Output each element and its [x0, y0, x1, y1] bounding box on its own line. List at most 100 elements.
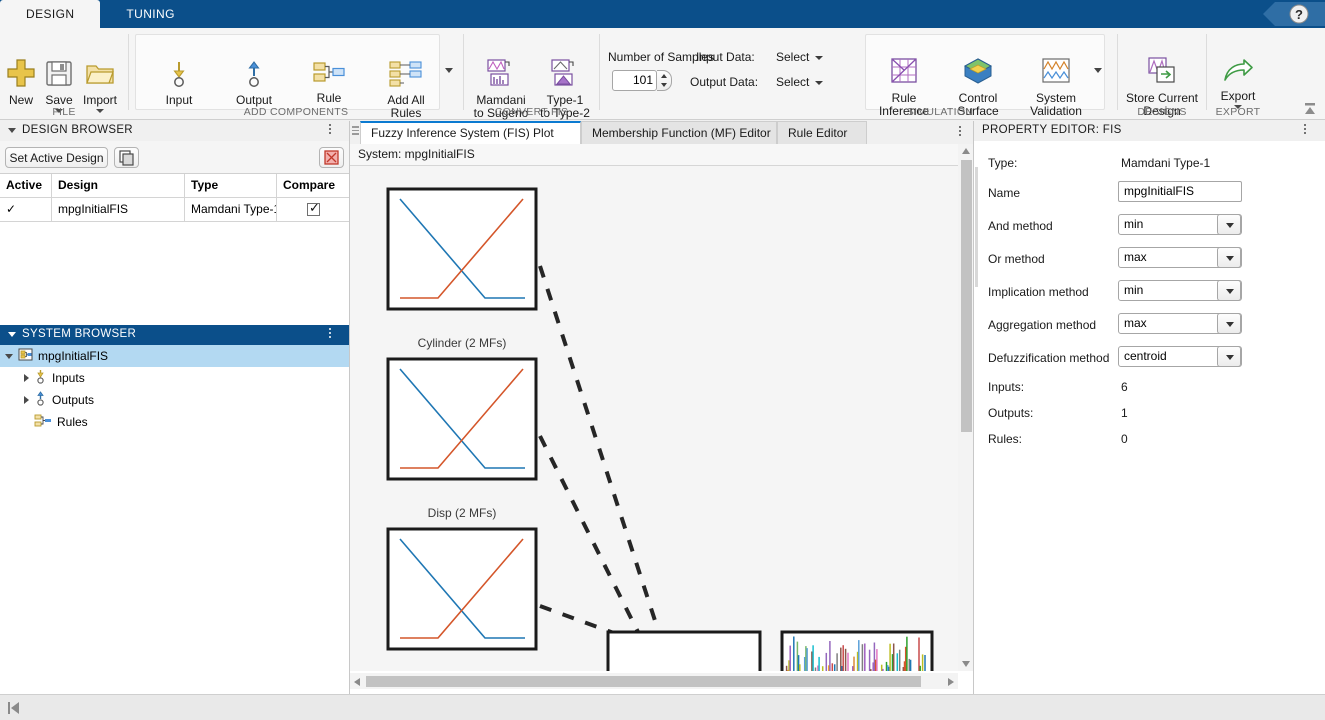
- import-button[interactable]: Import: [78, 58, 122, 113]
- scroll-left-arrow[interactable]: [354, 678, 360, 686]
- input-label-cylinder: Cylinder (2 MFs): [388, 336, 536, 350]
- field-value-outputs: 1: [1121, 406, 1128, 420]
- tab-tuning[interactable]: TUNING: [100, 0, 200, 28]
- collapse-left-icon[interactable]: [6, 700, 22, 719]
- vertical-scroll-thumb[interactable]: [961, 160, 972, 432]
- and-method-value: min: [1124, 217, 1143, 231]
- ribbon-collapse-button[interactable]: [1301, 101, 1319, 117]
- collapse-twisty-icon[interactable]: [8, 128, 16, 133]
- type1-to-type2-icon: [534, 58, 596, 91]
- system-validation-icon: [1021, 56, 1091, 89]
- document-tab-menu-button[interactable]: [954, 126, 966, 140]
- chevron-down-icon[interactable]: [1217, 313, 1241, 334]
- expand-twisty-icon[interactable]: [24, 396, 29, 404]
- floppy-disk-icon: [40, 58, 78, 91]
- design-browser-header: DESIGN BROWSER: [0, 121, 350, 141]
- cell-active: ✓: [0, 198, 52, 222]
- tree-node-inputs[interactable]: Inputs: [0, 367, 350, 389]
- output-data-select[interactable]: Select: [776, 75, 823, 89]
- delete-design-button[interactable]: [319, 147, 344, 168]
- number-of-samples-stepper[interactable]: [657, 70, 672, 91]
- chevron-down-icon[interactable]: [1217, 346, 1241, 367]
- mamdani-to-sugeno-icon: [470, 58, 532, 91]
- input-block-disp: [388, 359, 536, 479]
- panel-grip-handle[interactable]: [974, 167, 979, 287]
- add-input-button[interactable]: Input: [149, 60, 209, 107]
- rule-inference-icon: [873, 56, 935, 89]
- help-button[interactable]: ?: [1261, 0, 1325, 28]
- tab-bar-grip-handle[interactable]: [352, 126, 359, 139]
- design-browser-menu-button[interactable]: [324, 124, 336, 138]
- tab-mf-editor[interactable]: Membership Function (MF) Editor: [581, 121, 777, 144]
- output-data-label: Output Data:: [690, 75, 758, 89]
- cell-compare[interactable]: [277, 198, 350, 222]
- system-browser-panel: SYSTEM BROWSER mpgInitialFIS: [0, 325, 350, 694]
- tab-fis-plot[interactable]: Fuzzy Inference System (FIS) Plot: [360, 121, 581, 144]
- scroll-down-arrow[interactable]: [962, 661, 970, 667]
- chevron-down-icon[interactable]: [1217, 247, 1241, 268]
- input-block-power: [388, 529, 536, 649]
- system-name-bar: System: mpgInitialFIS: [350, 144, 974, 166]
- tree-node-label: Inputs: [52, 371, 85, 385]
- input-data-select[interactable]: Select: [776, 50, 823, 64]
- tree-node-rules[interactable]: Rules: [0, 411, 350, 433]
- field-label-inputs: Inputs:: [988, 380, 1024, 394]
- scroll-right-arrow[interactable]: [948, 678, 954, 686]
- output-icon: [34, 391, 47, 409]
- add-rule-button[interactable]: Rule: [299, 60, 359, 105]
- column-header-active: Active: [0, 174, 52, 198]
- chevron-down-icon[interactable]: [1217, 280, 1241, 301]
- copy-design-button[interactable]: [114, 147, 139, 168]
- field-label-rules: Rules:: [988, 432, 1022, 446]
- cell-design: mpgInitialFIS: [52, 198, 185, 222]
- number-of-samples-input[interactable]: 101: [612, 70, 657, 91]
- fis-icon: [18, 348, 33, 364]
- group-label-convert-fis: CONVERT FIS: [464, 106, 599, 118]
- column-header-type: Type: [185, 174, 277, 198]
- defuzzification-method-combo[interactable]: centroid: [1118, 346, 1242, 367]
- field-value-rules: 0: [1121, 432, 1128, 446]
- rule-icon: [34, 414, 52, 430]
- table-row[interactable]: ✓ mpgInitialFIS Mamdani Type-1: [0, 198, 350, 222]
- property-editor-header: PROPERTY EDITOR: FIS: [974, 121, 1325, 141]
- table-header-row: Active Design Type Compare: [0, 174, 350, 198]
- field-label-outputs: Outputs:: [988, 406, 1033, 420]
- canvas-vertical-scrollbar[interactable]: [958, 144, 974, 671]
- tab-design[interactable]: DESIGN: [0, 0, 100, 28]
- tree-node-label: Outputs: [52, 393, 94, 407]
- system-browser-menu-button[interactable]: [324, 328, 336, 342]
- folder-icon: [78, 58, 122, 91]
- plus-icon: [2, 58, 40, 91]
- field-label-or-method: Or method: [988, 252, 1045, 266]
- canvas-horizontal-scrollbar[interactable]: [350, 673, 958, 689]
- aggregation-method-combo[interactable]: max: [1118, 313, 1242, 334]
- ribbon-group-add-components: Input Output: [129, 28, 463, 120]
- export-button[interactable]: Export: [1213, 58, 1263, 109]
- save-button[interactable]: Save: [40, 58, 78, 113]
- property-editor-menu-button[interactable]: [1299, 124, 1311, 138]
- fis-diagram-canvas[interactable]: Cylinder (2 MFs) Disp (2 MFs) Power (2 M…: [350, 166, 958, 671]
- expand-twisty-icon[interactable]: [5, 354, 13, 359]
- and-method-combo[interactable]: min: [1118, 214, 1242, 235]
- scroll-up-arrow[interactable]: [962, 148, 970, 154]
- implication-method-combo[interactable]: min: [1118, 280, 1242, 301]
- property-editor-body: Type: Mamdani Type-1 Name mpgInitialFIS …: [974, 141, 1325, 694]
- add-output-button[interactable]: Output: [224, 60, 284, 107]
- or-method-combo[interactable]: max: [1118, 247, 1242, 268]
- collapse-twisty-icon[interactable]: [8, 332, 16, 337]
- input-icon: [34, 369, 47, 387]
- title-bar: DESIGN TUNING ?: [0, 0, 1325, 28]
- chevron-down-icon[interactable]: [1217, 214, 1241, 235]
- name-input[interactable]: mpgInitialFIS: [1118, 181, 1242, 202]
- new-button[interactable]: New: [2, 58, 40, 107]
- compare-checkbox[interactable]: [307, 203, 320, 216]
- ribbon-group-designs: Store Current Design DESIGNS: [1118, 28, 1206, 120]
- tab-rule-editor[interactable]: Rule Editor: [777, 121, 867, 144]
- tree-node-mpginitialfis[interactable]: mpgInitialFIS: [0, 345, 350, 367]
- set-active-design-button[interactable]: Set Active Design: [5, 147, 108, 168]
- horizontal-scroll-thumb[interactable]: [366, 676, 921, 687]
- tree-node-outputs[interactable]: Outputs: [0, 389, 350, 411]
- expand-twisty-icon[interactable]: [24, 374, 29, 382]
- rules-stack-icon: [373, 60, 439, 91]
- aggregation-method-value: max: [1124, 316, 1147, 330]
